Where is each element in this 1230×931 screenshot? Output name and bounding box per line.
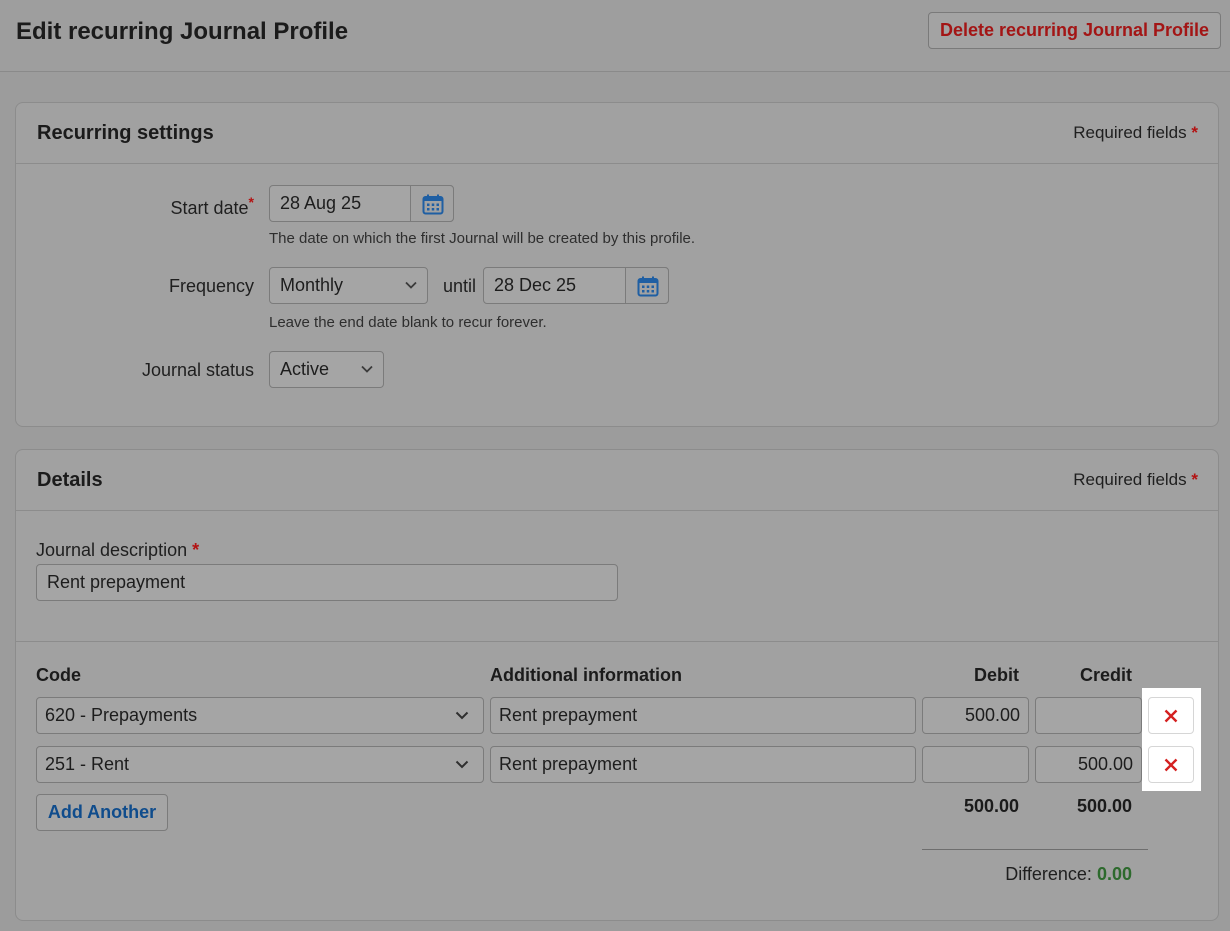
recurring-settings-card: Recurring settings Required fields * Sta… <box>15 102 1219 427</box>
required-star: * <box>1191 470 1198 489</box>
calendar-icon <box>422 194 444 215</box>
close-icon <box>1164 709 1178 723</box>
details-header: Details Required fields * <box>16 450 1218 511</box>
difference-row: Difference: 0.00 <box>1005 864 1132 885</box>
start-date-label-text: Start date <box>170 198 249 218</box>
line-credit-input[interactable] <box>1035 697 1142 734</box>
frequency-label: Frequency <box>168 276 254 296</box>
frequency-value: Monthly <box>280 275 344 295</box>
difference-label: Difference: <box>1005 864 1092 884</box>
column-header-code: Code <box>36 665 81 685</box>
difference-value: 0.00 <box>1096 864 1132 884</box>
end-date-hint: Leave the end date blank to recur foreve… <box>269 314 547 331</box>
line-code-select[interactable]: 251 - Rent <box>36 746 484 783</box>
page-title: Edit recurring Journal Profile <box>16 18 349 45</box>
start-date-label: Start date* <box>171 194 255 219</box>
line-credit-input[interactable]: 500.00 <box>1035 746 1142 783</box>
journal-description-value: Rent prepayment <box>47 572 186 592</box>
column-header-debit: Debit <box>974 665 1019 685</box>
column-header-credit: Credit <box>1079 665 1132 685</box>
journal-description-label: Journal description * <box>36 540 199 561</box>
totals-divider <box>922 849 1148 850</box>
page-header: Edit recurring Journal Profile Delete re… <box>0 0 1230 72</box>
journal-status-value: Active <box>280 359 330 379</box>
close-icon <box>1164 758 1178 772</box>
total-credit: 500.00 <box>1076 796 1132 816</box>
frequency-select[interactable]: Monthly <box>269 267 428 304</box>
line-info-input[interactable]: Rent prepayment <box>490 697 916 734</box>
details-card: Details Required fields * Journal descri… <box>15 449 1219 921</box>
section-title: Details <box>37 469 103 491</box>
recurring-settings-header: Recurring settings Required fields * <box>16 103 1218 164</box>
end-date-calendar-button[interactable] <box>625 267 669 304</box>
line-code-select[interactable]: 620 - Prepayments <box>36 697 484 734</box>
required-star: * <box>248 194 254 210</box>
chevron-down-icon <box>405 268 419 303</box>
start-date-input[interactable]: 28 Aug 25 <box>269 185 454 222</box>
total-debit: 500.00 <box>963 796 1019 816</box>
line-code-value: 251 - Rent <box>45 754 130 774</box>
chevron-down-icon <box>455 747 469 782</box>
start-date-value: 28 Aug 25 <box>280 193 362 213</box>
column-header-info: Additional information <box>490 665 682 685</box>
section-title: Recurring settings <box>37 122 214 144</box>
required-star: * <box>1191 123 1198 142</box>
line-info-value: Rent prepayment <box>499 754 638 774</box>
line-info-value: Rent prepayment <box>499 705 638 725</box>
remove-line-button[interactable] <box>1148 746 1194 783</box>
chevron-down-icon <box>455 698 469 733</box>
required-fields-label: Required fields <box>1073 123 1187 142</box>
start-date-calendar-button[interactable] <box>410 185 454 222</box>
journal-status-select[interactable]: Active <box>269 351 384 388</box>
end-date-value: 28 Dec 25 <box>494 275 577 295</box>
remove-line-button[interactable] <box>1148 697 1194 734</box>
end-date-input[interactable]: 28 Dec 25 <box>483 267 669 304</box>
line-debit-input[interactable]: 500.00 <box>922 697 1029 734</box>
journal-description-input[interactable]: Rent prepayment <box>36 564 618 601</box>
journal-status-label: Journal status <box>141 360 254 380</box>
journal-description-label-text: Journal description <box>36 540 188 560</box>
required-fields-note: Required fields * <box>1073 470 1198 490</box>
delete-profile-button[interactable]: Delete recurring Journal Profile <box>928 12 1221 49</box>
until-label: until <box>443 276 477 296</box>
line-info-input[interactable]: Rent prepayment <box>490 746 916 783</box>
required-star: * <box>192 540 200 560</box>
chevron-down-icon <box>361 352 375 387</box>
start-date-hint: The date on which the first Journal will… <box>269 230 696 247</box>
add-another-button[interactable]: Add Another <box>36 794 168 831</box>
line-debit-input[interactable] <box>922 746 1029 783</box>
calendar-icon <box>637 276 659 297</box>
section-divider <box>16 641 1218 642</box>
required-fields-label: Required fields <box>1073 470 1187 489</box>
required-fields-note: Required fields * <box>1073 123 1198 143</box>
line-code-value: 620 - Prepayments <box>45 705 198 725</box>
